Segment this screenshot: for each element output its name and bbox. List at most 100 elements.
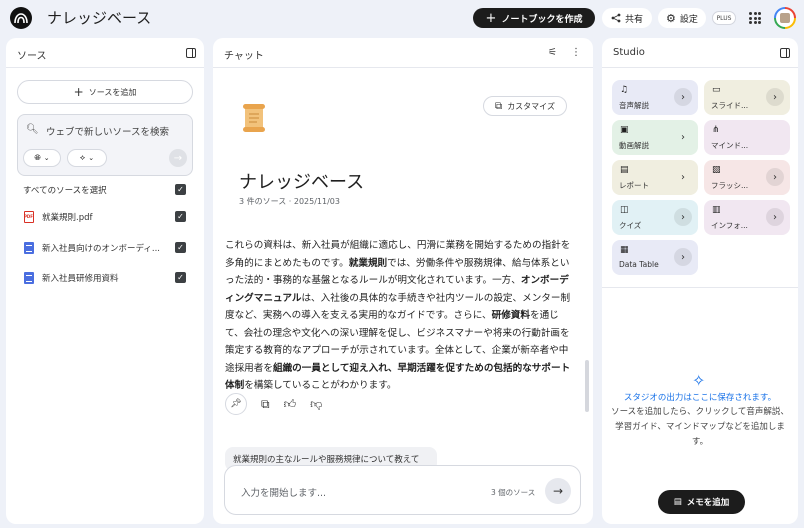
mindmap-icon: ⋔ — [712, 125, 720, 135]
chevron-down-icon: ⌄ — [43, 154, 50, 162]
collapse-panel-icon[interactable] — [186, 48, 196, 58]
note-icon: ▤ — [673, 497, 682, 507]
submit-search-button[interactable]: → — [169, 149, 187, 167]
chevron-right-icon[interactable]: › — [674, 168, 692, 186]
chat-input-placeholder: 入力を開始します... — [241, 488, 327, 499]
divider — [602, 287, 798, 288]
chevron-right-icon[interactable]: › — [674, 208, 692, 226]
avatar[interactable] — [774, 7, 796, 29]
video-icon: ▣ — [620, 125, 629, 135]
chevron-right-icon[interactable]: › — [674, 248, 692, 266]
tune-icon[interactable]: ⚟ — [548, 47, 557, 58]
studio-title: Studio — [613, 47, 645, 58]
select-all-checkbox[interactable]: ✓ — [175, 184, 186, 195]
report-icon: ▤ — [620, 165, 629, 175]
studio-tile-flashcards[interactable]: ▧ フラッシ... › — [704, 160, 790, 195]
sources-panel: ソース + ソースを追加 🔍︎ ウェブで新しいソースを検索 🌐︎ ⌄ ⟡ ⌄ → す… — [6, 38, 204, 524]
chat-title: チャット — [224, 51, 264, 62]
source-checkbox[interactable]: ✓ — [175, 242, 186, 253]
share-button[interactable]: 共有 — [602, 8, 652, 28]
customize-button[interactable]: ⧉ カスタマイズ — [483, 96, 567, 116]
infographic-icon: ▥ — [712, 205, 721, 215]
magic-wand-icon: ✧ — [692, 371, 706, 390]
audio-icon: ♫ — [620, 85, 629, 95]
notebook-title[interactable]: ナレッジベース — [47, 7, 151, 28]
studio-tile-report[interactable]: ▤ レポート › — [612, 160, 698, 195]
chevron-right-icon[interactable]: › — [766, 168, 784, 186]
globe-icon: 🌐︎ — [34, 153, 41, 162]
arrow-right-icon: → — [552, 484, 564, 498]
research-icon: ⟡ — [79, 153, 86, 162]
send-button[interactable]: → — [545, 478, 571, 504]
source-item[interactable]: 就業規則.pdf — [24, 210, 194, 224]
thumbs-down-icon[interactable]: 👎︎ — [310, 397, 322, 412]
add-source-button[interactable]: + ソースを追加 — [17, 80, 193, 104]
source-count: 3 個のソース — [491, 488, 536, 497]
thumbs-up-icon[interactable]: 👍︎ — [284, 397, 297, 412]
studio-tile-audio[interactable]: ♫ 音声解説 › — [612, 80, 698, 115]
source-label: 就業規則.pdf — [42, 213, 93, 223]
web-source-dropdown[interactable]: 🌐︎ ⌄ — [23, 149, 61, 167]
collapse-panel-icon[interactable] — [780, 48, 790, 58]
notebook-emoji-icon — [243, 104, 265, 132]
copy-icon[interactable]: ⧉ — [261, 397, 270, 412]
studio-tile-infographic[interactable]: ▥ インフォ... › — [704, 200, 790, 235]
pin-icon: 📌︎ — [230, 399, 242, 409]
web-search-box: 🔍︎ ウェブで新しいソースを検索 🌐︎ ⌄ ⟡ ⌄ → — [17, 114, 193, 176]
notebook-meta: 3 件のソース · 2025/11/03 — [239, 197, 340, 206]
plan-badge: PLUS — [712, 11, 736, 25]
add-memo-button[interactable]: ▤ メモを追加 — [658, 490, 745, 514]
select-all-label: すべてのソースを選択 — [23, 186, 107, 196]
source-checkbox[interactable]: ✓ — [175, 272, 186, 283]
flashcard-icon: ▧ — [712, 165, 721, 175]
studio-tile-quiz[interactable]: ◫ クイズ › — [612, 200, 698, 235]
studio-tile-slides[interactable]: ▭ スライド... › — [704, 80, 790, 115]
scrollbar[interactable] — [585, 360, 589, 412]
studio-tile-data-table[interactable]: ▦ Data Table › — [612, 240, 698, 275]
studio-panel: Studio ♫ 音声解説 › ▭ スライド... › ▣ 動画解説 › ⋔ マ… — [602, 38, 798, 524]
source-label: 新入社員向けのオンボーディ... — [42, 244, 161, 254]
settings-button[interactable]: ⚙ 設定 — [658, 8, 706, 28]
create-notebook-label: ノートブックを作成 — [501, 14, 583, 25]
studio-tile-video[interactable]: ▣ 動画解説 › — [612, 120, 698, 155]
save-to-note-button[interactable]: 📌︎ — [225, 393, 247, 415]
chevron-right-icon[interactable]: › — [766, 88, 784, 106]
settings-label: 設定 — [679, 14, 698, 25]
chevron-right-icon[interactable]: › — [674, 88, 692, 106]
chat-input-box[interactable]: 入力を開始します... 3 個のソース → — [224, 465, 581, 515]
notebook-summary: これらの資料は、新入社員が組織に適応し、円滑に業務を開始するための指針を多角的に… — [225, 240, 571, 391]
studio-tile-mindmap[interactable]: ⋔ マインド... — [704, 120, 790, 155]
notebook-heading: ナレッジベース — [239, 172, 365, 193]
customize-label: カスタマイズ — [507, 101, 555, 111]
research-mode-dropdown[interactable]: ⟡ ⌄ — [67, 149, 107, 167]
web-search-input[interactable]: ウェブで新しいソースを検索 — [46, 124, 169, 138]
slides-icon: ▭ — [712, 85, 721, 95]
gear-icon: ⚙ — [666, 11, 676, 25]
sources-title: ソース — [17, 51, 47, 62]
quiz-icon: ◫ — [620, 205, 629, 215]
studio-hint-message: ソースを追加したら、クリックして音声解説、学習ガイド、マインドマップなどを追加し… — [611, 407, 789, 447]
summary-actions: 📌︎ ⧉ 👍︎ 👎︎ — [225, 393, 322, 415]
source-checkbox[interactable]: ✓ — [175, 211, 186, 222]
search-icon: 🔍︎ — [26, 124, 39, 135]
doc-icon — [24, 242, 34, 254]
customize-icon: ⧉ — [495, 100, 503, 112]
plus-icon: + — [485, 10, 497, 26]
add-memo-label: メモを追加 — [686, 498, 730, 508]
add-source-label: ソースを追加 — [88, 87, 137, 97]
source-item[interactable]: 新入社員研修用資料 — [24, 271, 194, 285]
doc-icon — [24, 272, 34, 284]
source-item[interactable]: 新入社員向けのオンボーディ... — [24, 241, 194, 255]
notebooklm-logo-icon[interactable] — [10, 7, 32, 29]
chevron-right-icon[interactable]: › — [674, 128, 692, 146]
pdf-icon — [24, 211, 34, 223]
chat-panel: チャット ⚟ ⋮ ⧉ カスタマイズ ナレッジベース 3 件のソース · 2025… — [213, 38, 593, 524]
share-label: 共有 — [624, 14, 643, 25]
share-icon — [611, 13, 621, 23]
source-label: 新入社員研修用資料 — [42, 274, 119, 284]
chevron-right-icon[interactable]: › — [766, 208, 784, 226]
plus-icon: + — [73, 85, 84, 99]
more-vert-icon[interactable]: ⋮ — [571, 47, 581, 58]
apps-grid-icon[interactable] — [749, 12, 761, 24]
create-notebook-button[interactable]: + ノートブックを作成 — [473, 8, 595, 28]
